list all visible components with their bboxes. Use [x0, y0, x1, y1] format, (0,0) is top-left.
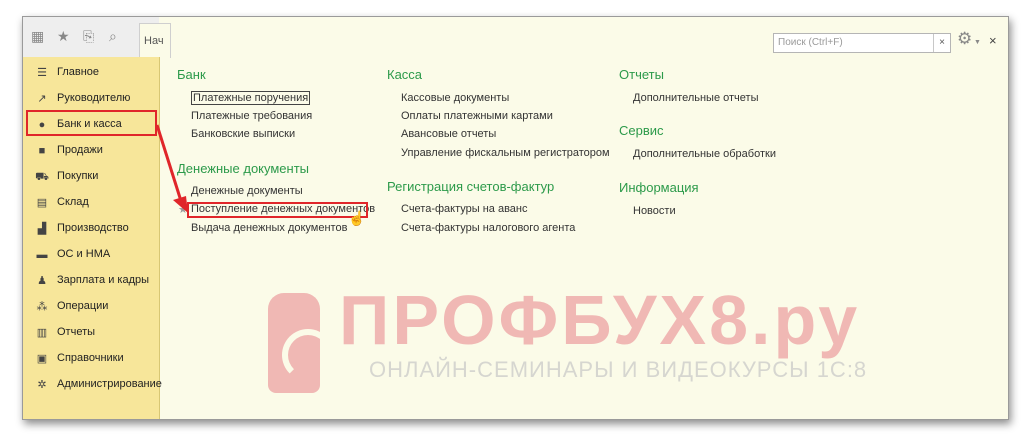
annotation-arrow: [155, 124, 188, 213]
app-window: ▦ ★ ⎘ ⌕ Нач ☰ Главное ↗ Руководителю ● Б…: [22, 16, 1009, 420]
